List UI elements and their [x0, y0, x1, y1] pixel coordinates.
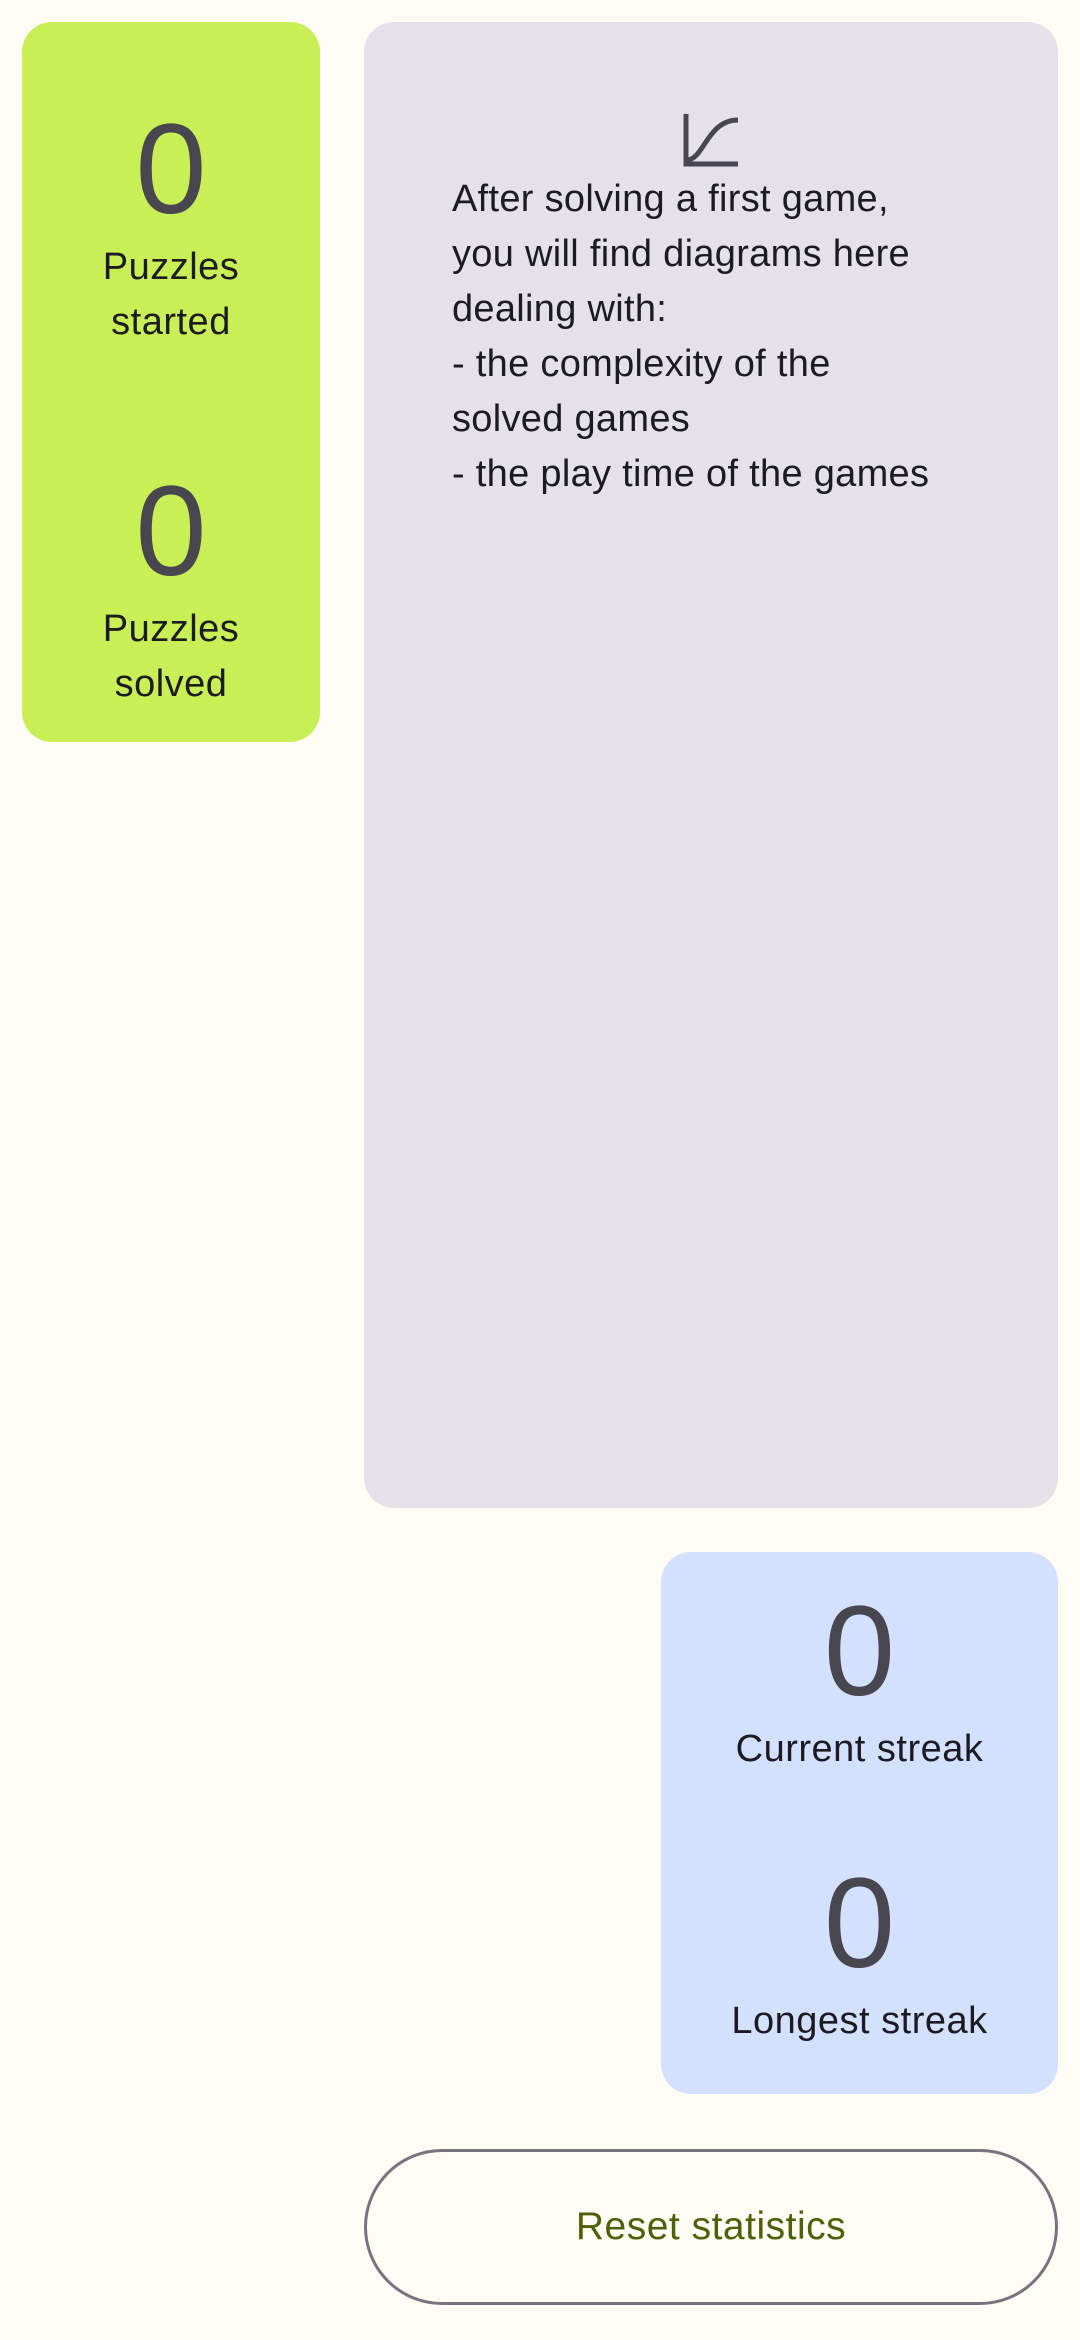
puzzles-solved-label: Puzzles solved [102, 608, 240, 705]
puzzles-solved-value: 0 [135, 460, 207, 603]
longest-streak-label: Longest streak [731, 2000, 988, 2042]
diagrams-info-text: After solving a first game, you will fin… [452, 178, 930, 495]
puzzles-started-stat: 0 Puzzles started [22, 100, 320, 350]
puzzles-stats-card: 0 Puzzles started 0 Puzzles solved [22, 22, 320, 742]
current-streak-label: Current streak [735, 1728, 984, 1770]
reset-statistics-label: Reset statistics [575, 2205, 847, 2248]
diagrams-info-card: After solving a first game, you will fin… [364, 22, 1058, 1508]
longest-streak-value: 0 [823, 1852, 896, 1995]
puzzles-started-value: 0 [135, 98, 207, 241]
chart-curve-icon [683, 114, 739, 167]
puzzles-started-label: Puzzles started [102, 246, 240, 343]
current-streak-stat: 0 Current streak [661, 1582, 1058, 1777]
streak-stats-card: 0 Current streak 0 Longest streak [661, 1552, 1058, 2094]
reset-statistics-button[interactable]: Reset statistics [364, 2149, 1058, 2305]
current-streak-value: 0 [823, 1580, 896, 1723]
puzzles-solved-stat: 0 Puzzles solved [22, 462, 320, 712]
longest-streak-stat: 0 Longest streak [661, 1854, 1058, 2049]
